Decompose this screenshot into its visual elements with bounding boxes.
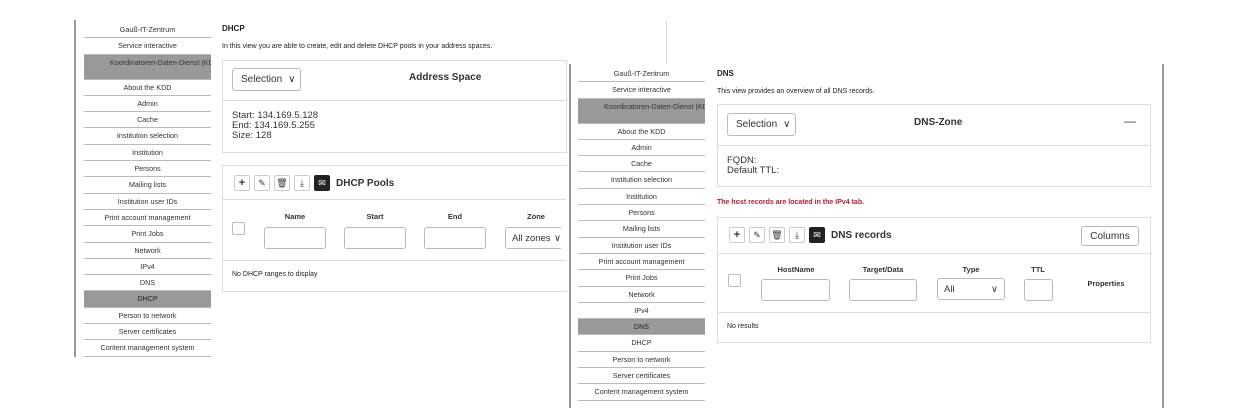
sidebar-item-about-the-kdd[interactable]: About the KDD bbox=[84, 80, 211, 96]
select-all-checkbox[interactable] bbox=[232, 222, 245, 235]
sidebar-item-institution[interactable]: Institution bbox=[84, 145, 211, 162]
download-icon[interactable]: ⤓ bbox=[294, 175, 310, 191]
sidebar-item-about-the-kdd[interactable]: About the KDD bbox=[578, 124, 705, 140]
sidebar-item-gau-it-zentrum[interactable]: Gauß-IT-Zentrum bbox=[578, 66, 705, 83]
sidebar-item-mailing-lists[interactable]: Mailing lists bbox=[84, 177, 211, 194]
sidebar-item-koordinatoren-daten-dienst-kdd[interactable]: Koordinatoren-Daten-Dienst (KDD) bbox=[578, 98, 705, 124]
col-type: Type bbox=[962, 265, 980, 274]
sidebar-item-institution-user-ids[interactable]: Institution user IDs bbox=[84, 194, 211, 210]
sidebar-item-dhcp[interactable]: DHCP bbox=[84, 291, 211, 308]
sidebar-item-cache[interactable]: Cache bbox=[84, 112, 211, 129]
mail-icon[interactable]: ✉ bbox=[314, 175, 330, 191]
dhcp-pools-title: DHCP Pools bbox=[336, 177, 395, 189]
chevron-down-icon: ∨ bbox=[991, 283, 998, 295]
sidebar-item-koordinatoren-daten-dienst-kdd[interactable]: Koordinatoren-Daten-Dienst (KDD) bbox=[84, 54, 211, 80]
selection-label: Selection bbox=[241, 74, 283, 85]
sidebar-item-mailing-lists[interactable]: Mailing lists bbox=[578, 221, 705, 238]
sidebar-item-network[interactable]: Network bbox=[84, 243, 211, 259]
edit-icon[interactable]: ✎ bbox=[749, 227, 765, 243]
sidebar-item-dhcp[interactable]: DHCP bbox=[578, 335, 705, 352]
sidebar-item-admin[interactable]: Admin bbox=[84, 96, 211, 113]
selection-label: Selection bbox=[736, 119, 778, 130]
filter-name-input[interactable] bbox=[264, 227, 326, 249]
sidebar-item-institution-selection[interactable]: Institution selection bbox=[578, 172, 705, 189]
chevron-down-icon: ∨ bbox=[554, 232, 561, 244]
collapse-icon[interactable]: — bbox=[1124, 114, 1136, 128]
dns-zone-selection-button[interactable]: Selection ∨ bbox=[727, 113, 796, 136]
col-zone: Zone bbox=[527, 212, 545, 221]
sidebar-item-cache[interactable]: Cache bbox=[578, 156, 705, 173]
sidebar-item-institution-selection[interactable]: Institution selection bbox=[84, 128, 211, 145]
col-end: End bbox=[447, 212, 463, 221]
filter-end-input[interactable] bbox=[424, 227, 486, 249]
sidebar-item-admin[interactable]: Admin bbox=[578, 140, 705, 157]
delete-icon[interactable]: 🗑 bbox=[769, 227, 785, 243]
columns-label: Columns bbox=[1090, 230, 1130, 242]
sidebar-item-print-jobs[interactable]: Print Jobs bbox=[84, 226, 211, 243]
mail-icon[interactable]: ✉ bbox=[809, 227, 825, 243]
right-sidebar-nav: Gauß-IT-Zentrum Service interactive Koordi… bbox=[578, 66, 705, 401]
right-page-title: DNS bbox=[717, 69, 734, 78]
filter-zone-select[interactable]: All zones ∨ bbox=[505, 227, 561, 249]
edit-icon[interactable]: ✎ bbox=[254, 175, 270, 191]
col-properties: Properties bbox=[1087, 279, 1125, 288]
sidebar-item-institution-user-ids[interactable]: Institution user IDs bbox=[578, 238, 705, 254]
filter-start-input[interactable] bbox=[344, 227, 406, 249]
sidebar-item-print-jobs[interactable]: Print Jobs bbox=[578, 270, 705, 287]
sidebar-item-persons[interactable]: Persons bbox=[84, 161, 211, 178]
filter-hostname-input[interactable] bbox=[761, 279, 830, 301]
zone-value: All zones bbox=[512, 232, 551, 244]
col-name: Name bbox=[284, 212, 306, 221]
host-records-warning: The host records are located in the IPv4… bbox=[717, 199, 865, 206]
sidebar-item-ipv4[interactable]: IPv4 bbox=[84, 259, 211, 276]
sidebar-item-server-certificates[interactable]: Server certificates bbox=[578, 368, 705, 385]
type-value: All bbox=[944, 283, 955, 295]
select-all-checkbox[interactable] bbox=[728, 274, 741, 287]
dhcp-empty-message: No DHCP ranges to display bbox=[232, 271, 318, 278]
left-page-description: In this view you are able to create, edi… bbox=[222, 43, 493, 50]
add-icon[interactable]: + bbox=[234, 175, 250, 191]
address-space-size: Size: 128 bbox=[232, 130, 272, 141]
col-ttl: TTL bbox=[1031, 265, 1045, 274]
sidebar-item-server-certificates[interactable]: Server certificates bbox=[84, 324, 211, 341]
sidebar-item-person-to-network[interactable]: Person to network bbox=[578, 352, 705, 369]
sidebar-item-institution[interactable]: Institution bbox=[578, 189, 705, 206]
filter-target-input[interactable] bbox=[849, 279, 917, 301]
sidebar-item-person-to-network[interactable]: Person to network bbox=[84, 308, 211, 325]
dns-zone-title: DNS-Zone bbox=[914, 117, 963, 128]
columns-button[interactable]: Columns bbox=[1081, 226, 1139, 246]
sidebar-item-service-interactive[interactable]: Service interactive bbox=[578, 82, 705, 99]
dns-zone-default-ttl: Default TTL: bbox=[727, 165, 780, 176]
address-space-selection-button[interactable]: Selection ∨ bbox=[232, 68, 301, 91]
chevron-down-icon: ∨ bbox=[288, 74, 296, 85]
download-icon[interactable]: ⤓ bbox=[789, 227, 805, 243]
filter-ttl-input[interactable] bbox=[1024, 279, 1053, 301]
col-hostname: HostName bbox=[777, 265, 815, 274]
add-icon[interactable]: + bbox=[729, 227, 745, 243]
sidebar-item-dns[interactable]: DNS bbox=[84, 275, 211, 292]
sidebar-item-persons[interactable]: Persons bbox=[578, 205, 705, 222]
dns-records-title: DNS records bbox=[831, 229, 892, 241]
sidebar-item-network[interactable]: Network bbox=[578, 287, 705, 303]
sidebar-item-ipv4[interactable]: IPv4 bbox=[578, 303, 705, 320]
sidebar-item-dns[interactable]: DNS bbox=[578, 319, 705, 336]
sidebar-item-print-account-management[interactable]: Print account management bbox=[84, 210, 211, 227]
right-page-description: This view provides an overview of all DN… bbox=[717, 88, 875, 95]
col-start: Start bbox=[366, 212, 384, 221]
filter-type-select[interactable]: All ∨ bbox=[937, 278, 1005, 300]
left-page-title: DHCP bbox=[222, 24, 245, 33]
left-sidebar-nav: Gauß-IT-Zentrum Service interactive Koordi… bbox=[84, 22, 211, 357]
sidebar-item-content-management-system[interactable]: Content management system bbox=[578, 384, 705, 401]
col-target-data: Target/Data bbox=[862, 265, 904, 274]
address-space-title: Address Space bbox=[409, 72, 482, 83]
dns-empty-message: No results bbox=[727, 323, 759, 330]
sidebar-item-service-interactive[interactable]: Service interactive bbox=[84, 38, 211, 55]
chevron-down-icon: ∨ bbox=[783, 119, 791, 130]
sidebar-item-content-management-system[interactable]: Content management system bbox=[84, 340, 211, 357]
sidebar-item-print-account-management[interactable]: Print account management bbox=[578, 254, 705, 271]
sidebar-item-gau-it-zentrum[interactable]: Gauß-IT-Zentrum bbox=[84, 22, 211, 39]
delete-icon[interactable]: 🗑 bbox=[274, 175, 290, 191]
